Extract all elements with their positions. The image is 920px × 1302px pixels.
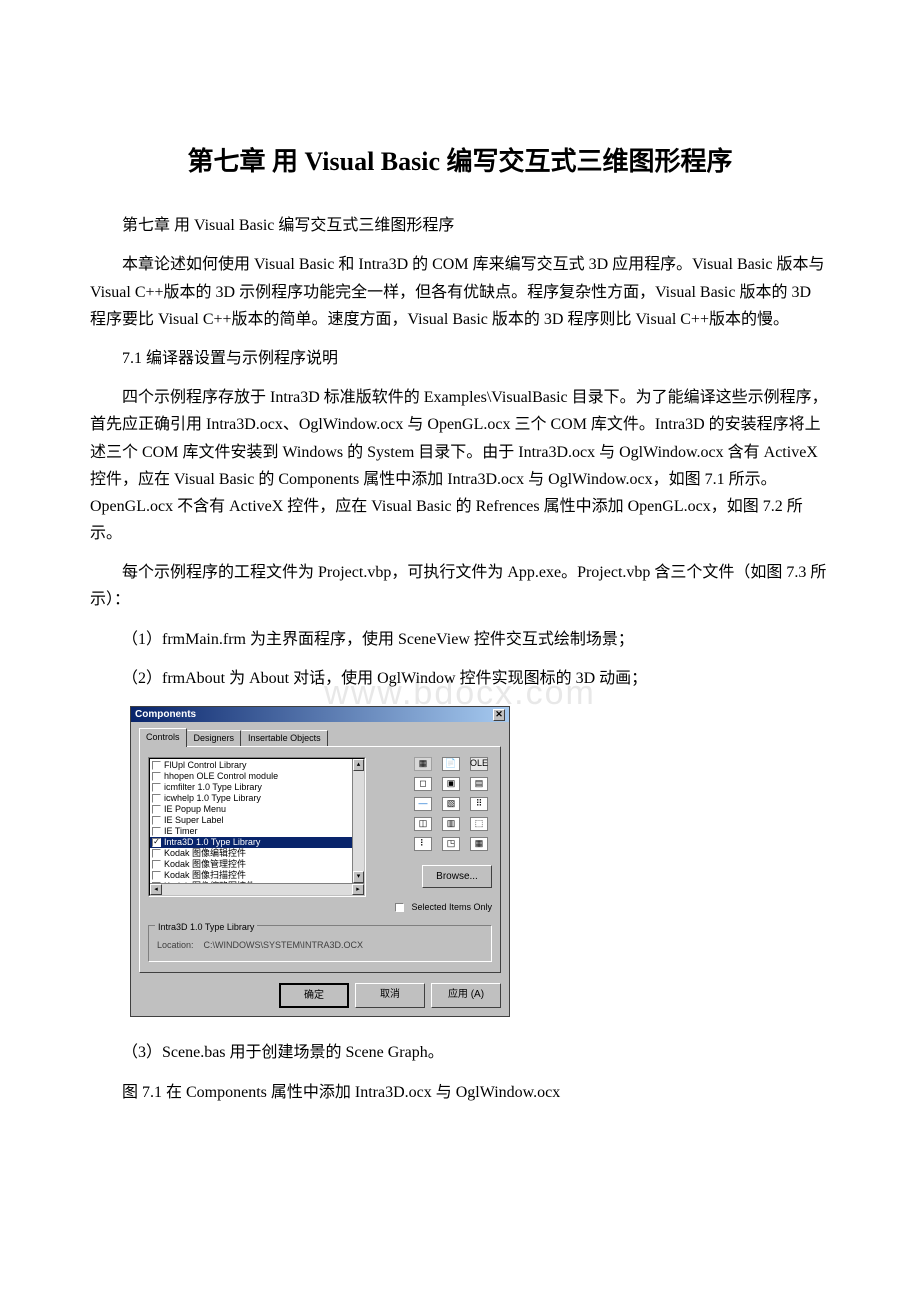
list-item[interactable]: IE Timer — [150, 826, 364, 837]
components-dialog-figure: Components ✕ Controls Designers Insertab… — [130, 706, 830, 1017]
scroll-right-icon[interactable]: ▸ — [352, 884, 364, 895]
list-item[interactable]: Kodak 图像扫描控件 — [150, 870, 364, 881]
paragraph-compiler-setup: 四个示例程序存放于 Intra3D 标准版软件的 Examples\Visual… — [90, 384, 830, 547]
paragraph-intro: 本章论述如何使用 Visual Basic 和 Intra3D 的 COM 库来… — [90, 251, 830, 333]
list-item-label: icmfilter 1.0 Type Library — [164, 782, 262, 793]
tab-insertable-objects[interactable]: Insertable Objects — [241, 730, 328, 746]
list-item-2: （2）frmAbout 为 About 对话，使用 OglWindow 控件实现… — [90, 665, 830, 692]
apply-button[interactable]: 应用 (A) — [431, 983, 501, 1008]
checkbox-icon[interactable] — [152, 761, 161, 770]
list-item[interactable]: icwhelp 1.0 Type Library — [150, 793, 364, 804]
palette-icon: OLE — [470, 757, 488, 771]
list-item[interactable]: Kodak 图像管理控件 — [150, 859, 364, 870]
tabs: Controls Designers Insertable Objects — [139, 728, 501, 746]
palette-icon: ⬚ — [470, 817, 488, 831]
selection-info-groupbox: Intra3D 1.0 Type Library Location: C:\WI… — [148, 925, 492, 962]
cancel-button[interactable]: 取消 — [355, 983, 425, 1008]
list-item-label: FlUpl Control Library — [164, 760, 247, 771]
page-title: 第七章 用 Visual Basic 编写交互式三维图形程序 — [90, 140, 830, 184]
palette-icon: ◻ — [414, 777, 432, 791]
control-icon-palette: ▦ 📄 OLE ◻ ▣ ▤ — ▧ ⠿ — [374, 757, 492, 915]
section-7-1-heading: 7.1 编译器设置与示例程序说明 — [90, 345, 830, 372]
tab-controls[interactable]: Controls — [139, 728, 187, 747]
checkbox-icon[interactable] — [152, 816, 161, 825]
list-item-label: IE Super Label — [164, 815, 224, 826]
tab-designers[interactable]: Designers — [187, 730, 242, 746]
palette-icon: ▧ — [442, 797, 460, 811]
list-item[interactable]: FlUpl Control Library — [150, 760, 364, 771]
palette-icon: 📄 — [442, 757, 460, 771]
dialog-button-row: 确定 取消 应用 (A) — [139, 983, 501, 1008]
palette-icon: ▣ — [442, 777, 460, 791]
checkbox-icon[interactable] — [152, 772, 161, 781]
scrollbar-vertical[interactable]: ▴ ▾ — [352, 759, 364, 895]
groupbox-legend: Intra3D 1.0 Type Library — [155, 920, 257, 935]
list-item-selected[interactable]: Intra3D 1.0 Type Library — [150, 837, 364, 848]
list-item[interactable]: hhopen OLE Control module — [150, 771, 364, 782]
palette-icon: ▤ — [470, 777, 488, 791]
list-item[interactable]: icmfilter 1.0 Type Library — [150, 782, 364, 793]
checkbox-icon[interactable] — [152, 827, 161, 836]
list-item-label: Kodak 图像扫描控件 — [164, 870, 246, 881]
selected-items-only-label: Selected Items Only — [411, 900, 492, 915]
palette-icon: ▥ — [442, 817, 460, 831]
scroll-up-icon[interactable]: ▴ — [353, 759, 364, 771]
tab-panel: FlUpl Control Library hhopen OLE Control… — [139, 746, 501, 974]
palette-icon: — — [414, 797, 432, 811]
scrollbar-horizontal[interactable]: ◂ ▸ — [150, 883, 364, 895]
list-item-label: hhopen OLE Control module — [164, 771, 278, 782]
dialog-titlebar[interactable]: Components ✕ — [131, 707, 509, 722]
palette-icon: ▦ — [414, 757, 432, 771]
list-item-label: Intra3D 1.0 Type Library — [164, 837, 260, 848]
checkbox-icon[interactable] — [152, 783, 161, 792]
list-item[interactable]: Kodak 图像编辑控件 — [150, 848, 364, 859]
chapter-subtitle: 第七章 用 Visual Basic 编写交互式三维图形程序 — [90, 212, 830, 239]
checkbox-icon[interactable] — [152, 871, 161, 880]
checkbox-icon[interactable] — [152, 794, 161, 803]
palette-icon: ◳ — [442, 837, 460, 851]
close-icon[interactable]: ✕ — [493, 709, 505, 721]
list-item-label: IE Popup Menu — [164, 804, 226, 815]
palette-icon: ⠿ — [470, 797, 488, 811]
scroll-left-icon[interactable]: ◂ — [150, 884, 162, 895]
ok-button[interactable]: 确定 — [279, 983, 349, 1008]
paragraph-project-files: 每个示例程序的工程文件为 Project.vbp，可执行文件为 App.exe。… — [90, 559, 830, 613]
dialog-title: Components — [135, 706, 196, 723]
list-item-3: （3）Scene.bas 用于创建场景的 Scene Graph。 — [90, 1039, 830, 1066]
list-item-label: Kodak 图像管理控件 — [164, 859, 246, 870]
list-item-label: icwhelp 1.0 Type Library — [164, 793, 261, 804]
components-dialog: Components ✕ Controls Designers Insertab… — [130, 706, 510, 1017]
list-item-label: IE Timer — [164, 826, 198, 837]
palette-icon: ▦ — [470, 837, 488, 851]
checkbox-icon[interactable] — [152, 849, 161, 858]
list-item-1: （1）frmMain.frm 为主界面程序，使用 SceneView 控件交互式… — [90, 626, 830, 653]
palette-icon: ⠇ — [414, 837, 432, 851]
checkbox-icon[interactable] — [152, 860, 161, 869]
checkbox-icon[interactable] — [152, 805, 161, 814]
list-item[interactable]: IE Super Label — [150, 815, 364, 826]
checkbox-icon[interactable] — [395, 903, 404, 912]
scroll-down-icon[interactable]: ▾ — [353, 871, 364, 883]
palette-icon: ◫ — [414, 817, 432, 831]
components-listbox[interactable]: FlUpl Control Library hhopen OLE Control… — [148, 757, 366, 897]
location-label: Location: — [157, 940, 194, 950]
figure-caption: 图 7.1 在 Components 属性中添加 Intra3D.ocx 与 O… — [90, 1079, 830, 1106]
list-item[interactable]: IE Popup Menu — [150, 804, 364, 815]
browse-button[interactable]: Browse... — [422, 865, 492, 888]
checkbox-icon[interactable] — [152, 838, 161, 847]
location-value: C:\WINDOWS\SYSTEM\INTRA3D.OCX — [204, 940, 364, 950]
list-item-label: Kodak 图像编辑控件 — [164, 848, 246, 859]
